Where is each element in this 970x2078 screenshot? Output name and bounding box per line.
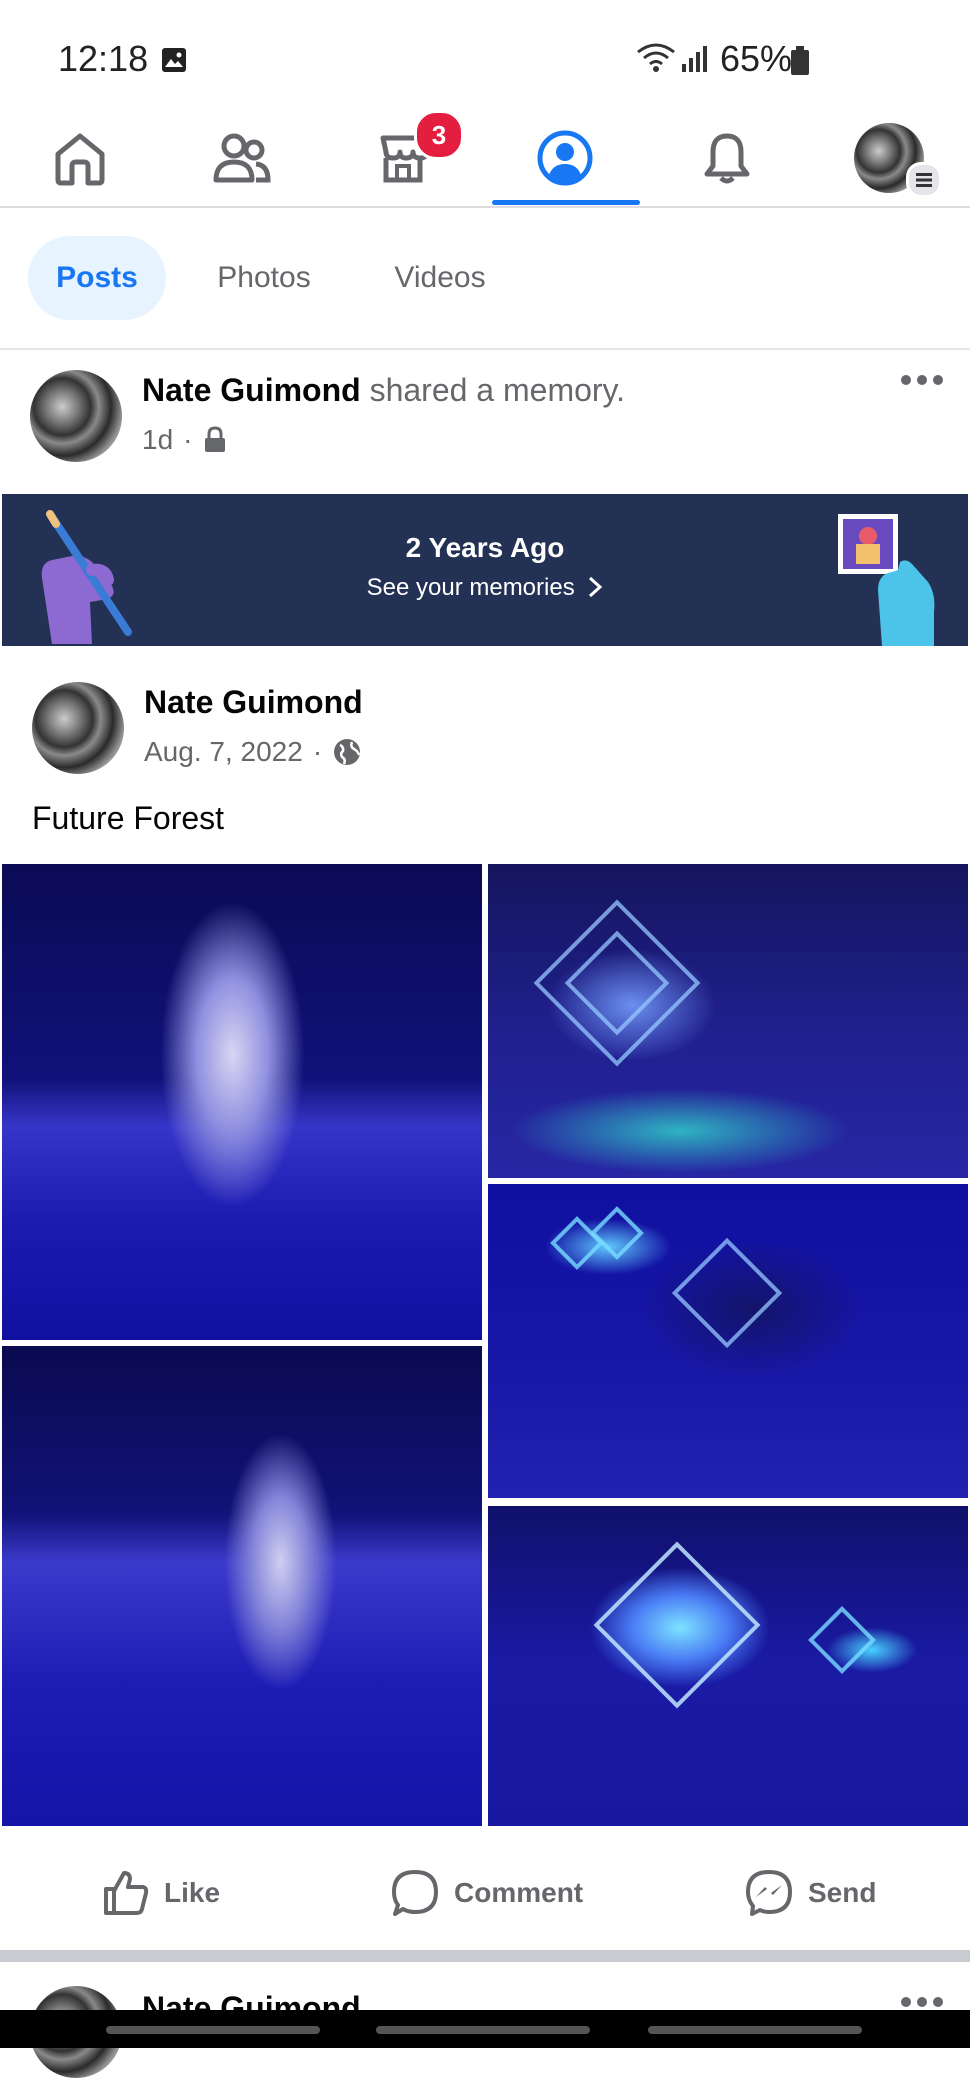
post-photo-2[interactable] bbox=[2, 1346, 482, 1826]
home-icon bbox=[55, 133, 105, 186]
menu-icon bbox=[906, 162, 942, 198]
lock-icon bbox=[205, 426, 226, 452]
memory-banner[interactable]: 2 Years Ago See your memories bbox=[2, 494, 968, 646]
post-actions: Like Comment Send bbox=[0, 1838, 970, 1948]
original-author-avatar[interactable] bbox=[32, 682, 124, 774]
nav-menu[interactable] bbox=[814, 110, 964, 206]
top-nav: 3 bbox=[0, 110, 970, 208]
system-home-gesture[interactable] bbox=[376, 2026, 590, 2034]
nav-friends[interactable] bbox=[167, 110, 317, 206]
photo-hand-illustration bbox=[838, 514, 935, 646]
see-memories-link[interactable]: See your memories bbox=[2, 574, 968, 602]
profile-icon bbox=[537, 130, 593, 186]
send-button[interactable]: Send bbox=[744, 1838, 876, 1948]
battery-percent: 65% bbox=[720, 38, 793, 79]
system-back-gesture[interactable] bbox=[106, 2026, 320, 2034]
signal-icon bbox=[680, 44, 710, 79]
post-header-line: Nate Guimond shared a memory. bbox=[142, 372, 625, 409]
original-post-date[interactable]: Aug. 7, 2022 bbox=[144, 736, 303, 768]
active-tab-indicator bbox=[492, 200, 640, 205]
tab-photos[interactable]: Photos bbox=[196, 236, 332, 320]
system-nav-bar bbox=[0, 2010, 970, 2048]
more-icon bbox=[901, 375, 943, 385]
author-name[interactable]: Nate Guimond bbox=[142, 372, 361, 408]
send-label: Send bbox=[808, 1877, 877, 1908]
nav-home[interactable] bbox=[5, 110, 155, 206]
post-options-button[interactable] bbox=[898, 370, 946, 395]
system-recents-gesture[interactable] bbox=[648, 2026, 862, 2034]
post-photo-4[interactable] bbox=[488, 1184, 968, 1498]
like-icon bbox=[104, 1871, 149, 1915]
tab-videos[interactable]: Videos bbox=[368, 236, 512, 320]
nav-notifications[interactable] bbox=[652, 110, 802, 206]
globe-icon bbox=[334, 739, 361, 765]
original-author-name[interactable]: Nate Guimond bbox=[144, 684, 363, 721]
nav-marketplace[interactable]: 3 bbox=[328, 110, 478, 206]
profile-tabs: Posts Photos Videos bbox=[0, 208, 970, 350]
author-avatar[interactable] bbox=[30, 370, 122, 462]
wifi-icon bbox=[636, 42, 676, 79]
post-time[interactable]: 1d bbox=[142, 424, 173, 456]
nav-profile[interactable] bbox=[490, 110, 640, 206]
more-icon bbox=[901, 1997, 943, 2007]
post-photo-1[interactable] bbox=[2, 864, 482, 1340]
post-photo-5[interactable] bbox=[488, 1506, 968, 1826]
friends-icon bbox=[213, 133, 271, 183]
marketplace-badge: 3 bbox=[414, 110, 464, 160]
tab-posts[interactable]: Posts bbox=[28, 236, 166, 320]
post-action: shared a memory. bbox=[369, 372, 626, 408]
see-memories-label: See your memories bbox=[366, 574, 575, 601]
post-text: Future Forest bbox=[32, 800, 225, 836]
memory-title: 2 Years Ago bbox=[405, 532, 565, 563]
bell-icon bbox=[704, 133, 750, 184]
chevron-right-icon bbox=[589, 576, 603, 598]
post-divider bbox=[0, 1950, 970, 1962]
status-bar: 12:18 65% bbox=[0, 0, 970, 110]
clock: 12:18 bbox=[58, 38, 149, 79]
gallery-icon bbox=[160, 46, 188, 79]
messenger-icon bbox=[746, 1870, 792, 1916]
comment-button[interactable]: Comment bbox=[390, 1838, 583, 1948]
comment-icon bbox=[392, 1870, 438, 1916]
like-button[interactable]: Like bbox=[102, 1838, 220, 1948]
battery-icon bbox=[790, 46, 810, 81]
comment-label: Comment bbox=[454, 1877, 584, 1908]
post-photo-3[interactable] bbox=[488, 864, 968, 1178]
like-label: Like bbox=[164, 1877, 221, 1908]
original-post-meta: Aug. 7, 2022 · bbox=[144, 736, 362, 768]
post-meta: 1d · bbox=[142, 424, 228, 456]
